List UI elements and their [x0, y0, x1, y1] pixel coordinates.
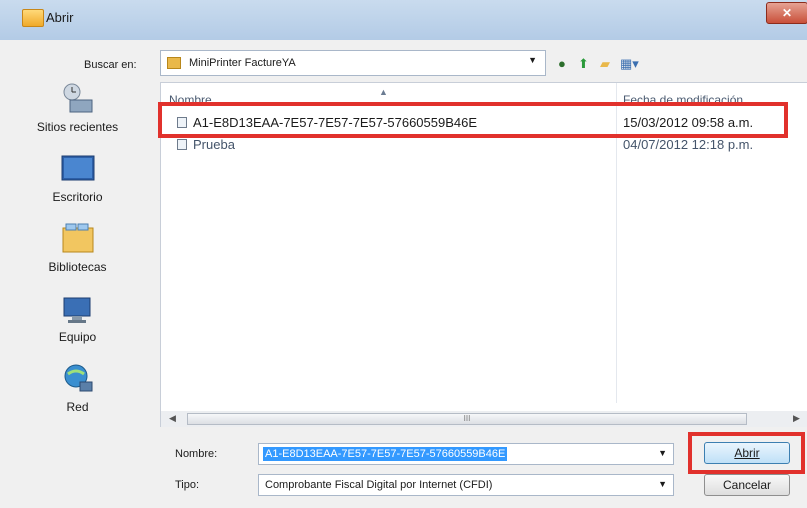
place-label: Escritorio [52, 190, 103, 204]
sort-ascending-icon: ▲ [379, 87, 388, 97]
type-label: Tipo: [175, 479, 200, 491]
folder-icon [167, 57, 181, 69]
view-menu-icon[interactable]: ▦▾ [620, 56, 639, 72]
window-title: Abrir [46, 10, 74, 25]
place-libraries[interactable]: Bibliotecas [0, 222, 155, 274]
file-highlight-box [158, 102, 788, 138]
scroll-thumb[interactable]: III [187, 413, 747, 425]
filename-input[interactable]: A1-E8D13EAA-7E57-7E57-7E57-57660559B46E … [258, 443, 674, 465]
up-folder-icon[interactable]: ⬆ [578, 56, 589, 72]
file-icon [177, 139, 187, 150]
close-button[interactable]: ✕ [766, 2, 807, 24]
scroll-right-icon[interactable]: ▶ [793, 413, 800, 424]
place-network[interactable]: Red [0, 362, 155, 414]
chevron-down-icon[interactable]: ▼ [658, 448, 667, 458]
title-bar[interactable]: Abrir ✕ [0, 0, 807, 40]
desktop-icon [60, 152, 96, 186]
look-in-label: Buscar en: [84, 59, 137, 71]
back-icon[interactable]: ● [558, 56, 566, 71]
place-label: Bibliotecas [48, 260, 107, 274]
new-folder-icon[interactable]: ▰ [600, 56, 610, 72]
file-date: 04/07/2012 12:18 p.m. [623, 137, 754, 152]
list-item[interactable]: Prueba 04/07/2012 12:18 p.m. [161, 135, 807, 155]
open-file-dialog: Abrir ✕ Buscar en: MiniPrinter FactureYA… [0, 0, 807, 508]
button-highlight-box [688, 432, 805, 474]
place-desktop[interactable]: Escritorio [0, 152, 155, 204]
network-icon [60, 362, 96, 396]
look-in-combo[interactable]: MiniPrinter FactureYA ▼ [160, 50, 546, 76]
place-computer[interactable]: Equipo [0, 292, 155, 344]
place-label: Red [66, 400, 89, 414]
filename-value: A1-E8D13EAA-7E57-7E57-7E57-57660559B46E [263, 447, 508, 461]
file-type-value: Comprobante Fiscal Digital por Internet … [265, 479, 493, 491]
cancel-button[interactable]: Cancelar [704, 474, 790, 496]
file-name: Prueba [193, 137, 235, 152]
places-bar: Sitios recientes Escritorio Bibliotecas … [0, 80, 155, 440]
chevron-down-icon: ▼ [528, 55, 537, 65]
folder-icon [22, 9, 44, 27]
file-type-select[interactable]: Comprobante Fiscal Digital por Internet … [258, 474, 674, 496]
name-label: Nombre: [175, 448, 218, 460]
recent-places-icon [60, 82, 96, 116]
look-in-value: MiniPrinter FactureYA [189, 57, 296, 69]
chevron-down-icon[interactable]: ▼ [658, 479, 667, 489]
computer-icon [60, 292, 96, 326]
place-label: Sitios recientes [36, 120, 119, 134]
horizontal-scrollbar[interactable]: ◀ III ▶ [161, 411, 807, 427]
scroll-left-icon[interactable]: ◀ [169, 413, 176, 424]
place-label: Equipo [58, 330, 97, 344]
place-recent[interactable]: Sitios recientes [0, 82, 155, 134]
libraries-icon [60, 222, 96, 256]
